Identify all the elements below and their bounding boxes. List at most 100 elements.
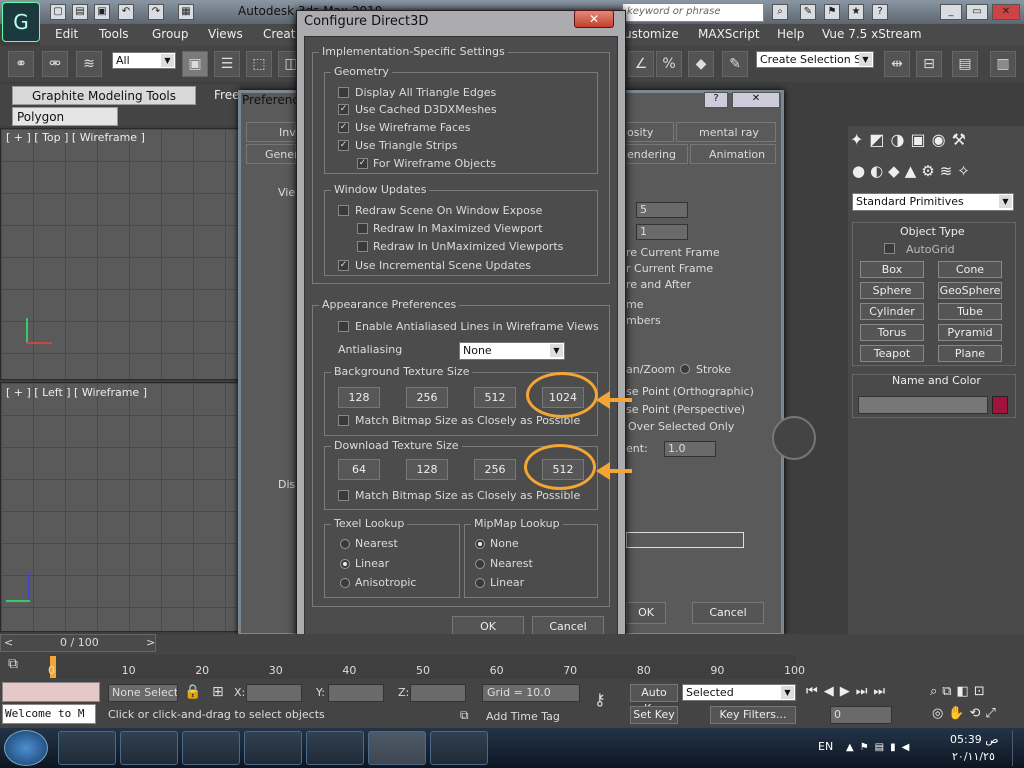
dl-size-64-button[interactable]: 64 (338, 459, 380, 480)
clock-time[interactable]: 05:39 ص (950, 733, 999, 746)
menu-tools[interactable]: Tools (99, 27, 129, 41)
layer-manager-icon[interactable]: ▤ (952, 51, 978, 77)
display-all-edges-checkbox[interactable] (338, 87, 349, 98)
pref-point-persp[interactable]: se Point (Perspective) (626, 403, 745, 416)
pref-close-icon[interactable]: ✕ (732, 92, 780, 108)
named-selection-set[interactable]: Create Selection Se ▼ (756, 51, 874, 68)
menu-views[interactable]: Views (208, 27, 243, 41)
mip-nearest-radio[interactable] (475, 559, 485, 569)
tab-mental-ray[interactable]: mental ray (676, 122, 776, 142)
cylinder-button[interactable]: Cylinder (860, 303, 924, 320)
chevron-right-icon[interactable]: > (146, 636, 155, 649)
primitive-type-dropdown[interactable]: Standard Primitives ▼ (852, 193, 1014, 211)
command-panel-tabs-icon[interactable]: ✦◩◑▣◉⚒ (850, 130, 1020, 154)
menu-maxscript[interactable]: MAXScript (698, 27, 760, 41)
subscription-icon[interactable]: ✎ (800, 4, 816, 20)
redraw-unmax-checkbox[interactable] (357, 241, 368, 252)
viewport-top-label[interactable]: [ + ] [ Top ] [ Wireframe ] (6, 131, 145, 144)
bg-match-bitmap-checkbox[interactable] (338, 415, 349, 426)
pref-stroke-radio[interactable] (680, 364, 690, 374)
viewport-nav-icons[interactable]: ⌕⧉◧⊡ (930, 684, 990, 699)
mip-linear-radio[interactable] (475, 578, 485, 588)
explorer-taskbar-icon[interactable] (58, 731, 116, 765)
mip-none-radio[interactable] (475, 539, 485, 549)
current-frame-input[interactable]: 0 (830, 706, 892, 724)
object-name-input[interactable] (858, 396, 988, 414)
pref-spinner-2[interactable]: 1 (636, 224, 688, 240)
tab-inv[interactable]: Inv (246, 122, 296, 142)
pref-over-selected[interactable]: Over Selected Only (628, 420, 734, 433)
dl-size-128-button[interactable]: 128 (406, 459, 448, 480)
maxscript-mini-listener[interactable]: Welcome to M (2, 704, 96, 724)
pref-help-icon[interactable]: ? (704, 92, 728, 108)
selection-filter[interactable]: All ▼ (112, 52, 176, 69)
time-tag-icon[interactable]: ⧉ (460, 708, 469, 723)
save-file-icon[interactable]: ▣ (94, 4, 110, 20)
rect-region-icon[interactable]: ⬚ (246, 51, 272, 77)
absolute-mode-icon[interactable]: ⊞ (212, 684, 224, 700)
menu-edit[interactable]: Edit (55, 27, 78, 41)
z-coord-input[interactable] (410, 684, 466, 702)
render-setup-icon[interactable]: ▥ (990, 51, 1016, 77)
pref-cancel-button[interactable]: Cancel (692, 602, 764, 624)
spinner-snap-icon[interactable]: ◆ (688, 51, 714, 77)
mirror-icon[interactable]: ⇹ (884, 51, 910, 77)
menu-vue[interactable]: Vue 7.5 xStream (822, 27, 922, 41)
texel-anisotropic-radio[interactable] (340, 578, 350, 588)
show-desktop-button[interactable] (1012, 730, 1022, 766)
pyramid-button[interactable]: Pyramid (938, 324, 1002, 341)
pref-opt-4[interactable]: me (626, 298, 643, 311)
pref-opt-5[interactable]: mbers (626, 314, 661, 327)
clock-date[interactable]: ٢٠/١١/٢٥ (952, 750, 995, 763)
pref-spinner-1[interactable]: 5 (636, 202, 688, 218)
tab-graphite-modeling[interactable]: Graphite Modeling Tools (12, 86, 196, 105)
use-cached-checkbox[interactable]: ✓ (338, 104, 349, 115)
tab-polygon-modeling[interactable]: Polygon Modeling (12, 107, 118, 142)
search-input[interactable]: keyword or phrase (622, 3, 764, 22)
tab-gen[interactable]: Gener (246, 144, 299, 164)
antialiasing-dropdown[interactable]: None ▼ (459, 342, 565, 360)
object-type-header[interactable]: Object Type (900, 225, 965, 238)
redraw-expose-checkbox[interactable] (338, 205, 349, 216)
favorites-icon[interactable]: ★ (848, 4, 864, 20)
select-object-icon[interactable]: ▣ (182, 51, 208, 77)
box-button[interactable]: Box (860, 261, 924, 278)
close-icon[interactable]: ✕ (992, 4, 1020, 20)
dl-size-256-button[interactable]: 256 (474, 459, 516, 480)
texel-nearest-radio[interactable] (340, 539, 350, 549)
bg-size-512-button[interactable]: 512 (474, 387, 516, 408)
viewport-left[interactable] (0, 382, 240, 632)
align-icon[interactable]: ⊟ (916, 51, 942, 77)
sphere-button[interactable]: Sphere (860, 282, 924, 299)
edit-named-sel-icon[interactable]: ✎ (722, 51, 748, 77)
playback-controls-icon[interactable]: ⏮◀▶⏭⏭ (806, 684, 891, 699)
notes-taskbar-icon[interactable] (306, 731, 364, 765)
menu-group[interactable]: Group (152, 27, 189, 41)
binoculars-icon[interactable]: ⌕ (772, 4, 788, 20)
open-file-icon[interactable]: ▤ (72, 4, 88, 20)
pref-path-field[interactable] (626, 532, 744, 548)
bg-size-256-button[interactable]: 256 (406, 387, 448, 408)
incremental-updates-checkbox[interactable]: ✓ (338, 260, 349, 271)
use-triangle-strips-checkbox[interactable]: ✓ (338, 140, 349, 151)
start-button-icon[interactable] (4, 730, 48, 766)
redo-icon[interactable]: ↷ (148, 4, 164, 20)
tab-freeform[interactable]: Free (214, 88, 239, 102)
name-color-header[interactable]: Name and Color (892, 374, 981, 387)
communication-icon[interactable]: ⚑ (824, 4, 840, 20)
link-icon[interactable]: ⚭ (8, 51, 34, 77)
app-logo[interactable]: G (2, 2, 40, 42)
tube-button[interactable]: Tube (938, 303, 1002, 320)
use-wireframe-faces-checkbox[interactable]: ✓ (338, 122, 349, 133)
unlink-icon[interactable]: ⚮ (42, 51, 68, 77)
key-icon[interactable]: ⚷ (594, 690, 606, 709)
dialog-close-button[interactable]: ✕ (574, 10, 614, 28)
pref-ent-spinner[interactable]: 1.0 (664, 441, 716, 457)
help-icon[interactable]: ? (872, 4, 888, 20)
dl-match-bitmap-checkbox[interactable] (338, 490, 349, 501)
undo-icon[interactable]: ↶ (118, 4, 134, 20)
pref-opt-2[interactable]: r Current Frame (626, 262, 713, 275)
auto-key-button[interactable]: Auto Key (630, 684, 678, 715)
redraw-max-checkbox[interactable] (357, 223, 368, 234)
torus-button[interactable]: Torus (860, 324, 924, 341)
